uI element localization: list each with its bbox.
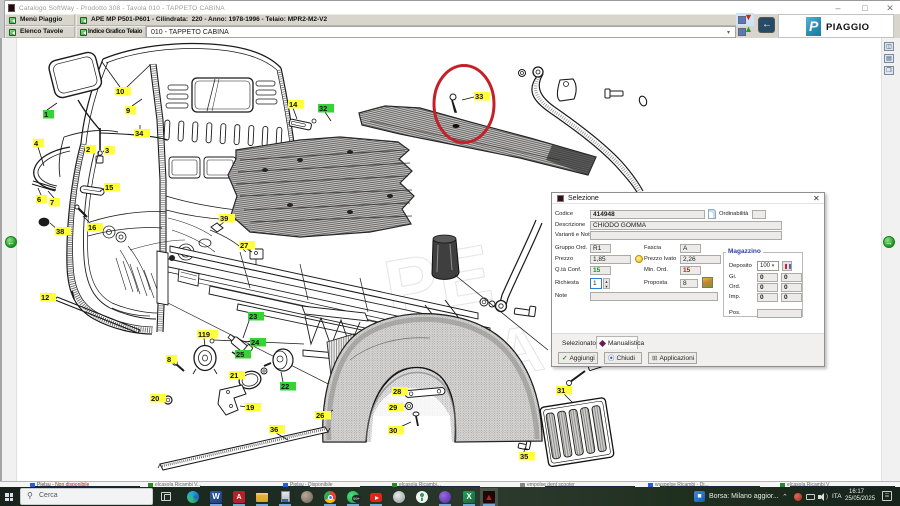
svg-text:3: 3	[105, 146, 109, 155]
svg-text:33: 33	[475, 92, 483, 101]
svg-text:38: 38	[56, 227, 64, 236]
svg-text:28: 28	[393, 387, 401, 396]
svg-text:29: 29	[389, 403, 397, 412]
svg-text:24: 24	[251, 338, 260, 347]
svg-text:2: 2	[86, 145, 90, 154]
svg-text:9: 9	[126, 106, 130, 115]
svg-text:23: 23	[249, 312, 257, 321]
svg-text:119: 119	[198, 330, 210, 339]
svg-text:1: 1	[44, 110, 48, 119]
svg-text:20: 20	[151, 394, 159, 403]
svg-text:19: 19	[246, 403, 254, 412]
svg-text:16: 16	[88, 223, 96, 232]
svg-text:30: 30	[389, 426, 397, 435]
svg-text:35: 35	[520, 452, 528, 461]
svg-text:27: 27	[240, 241, 248, 250]
svg-text:7: 7	[50, 198, 54, 207]
svg-text:6: 6	[37, 195, 41, 204]
svg-text:10: 10	[116, 87, 124, 96]
svg-text:34: 34	[135, 129, 144, 138]
svg-text:21: 21	[230, 371, 238, 380]
svg-text:8: 8	[167, 355, 171, 364]
svg-text:39: 39	[220, 214, 228, 223]
svg-text:32: 32	[319, 104, 327, 113]
svg-text:12: 12	[41, 293, 49, 302]
svg-text:15: 15	[105, 183, 113, 192]
svg-text:25: 25	[236, 350, 244, 359]
svg-text:26: 26	[316, 411, 324, 420]
svg-text:36: 36	[270, 425, 278, 434]
svg-text:31: 31	[557, 386, 565, 395]
svg-text:22: 22	[281, 382, 289, 391]
svg-text:14: 14	[289, 100, 298, 109]
